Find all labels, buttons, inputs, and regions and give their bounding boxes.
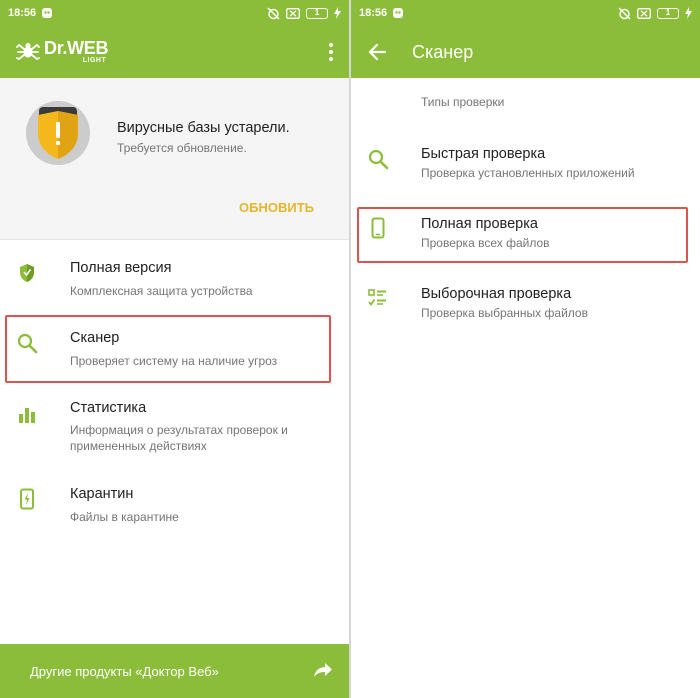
- alert-subtitle: Требуется обновление.: [117, 141, 247, 155]
- scan-type-title: Быстрая проверка: [421, 146, 546, 162]
- section-label: Типы проверки: [421, 95, 505, 109]
- quarantine-icon: [16, 488, 38, 515]
- menu-item-subtitle: Информация о результатах проверок и прим…: [70, 423, 288, 453]
- alarm-off-icon: [618, 7, 631, 20]
- battery-icon: 1: [306, 7, 328, 19]
- menu-item-subtitle: Проверяет систему на наличие угроз: [70, 354, 278, 368]
- root: 18:56 1 Dr.WEB LIGHT Вирусные базы устар…: [0, 0, 700, 698]
- scan-type-subtitle: Проверка выбранных файлов: [421, 306, 588, 320]
- scanner-screen: 18:56 1 Сканер Типы проверки Быстрая про…: [351, 0, 700, 698]
- no-sim-icon: [286, 7, 300, 19]
- update-button[interactable]: ОБНОВИТЬ: [239, 200, 314, 215]
- shield-icon: [16, 262, 38, 289]
- bar-chart-icon: [16, 404, 38, 431]
- menu-item-title: Статистика: [70, 400, 147, 416]
- alarm-off-icon: [267, 7, 280, 20]
- phone-icon: [367, 217, 389, 244]
- app-bar: Dr.WEB LIGHT: [0, 26, 349, 78]
- dot-icon: [329, 57, 333, 61]
- battery-icon: 1: [657, 7, 679, 19]
- main-screen: 18:56 1 Dr.WEB LIGHT Вирусные базы устар…: [0, 0, 349, 698]
- checklist-icon: [367, 287, 389, 314]
- drweb-spider-icon: [16, 43, 40, 61]
- database-alert-card: Вирусные базы устарели. Требуется обновл…: [0, 78, 349, 240]
- menu-item-title: Сканер: [70, 330, 120, 346]
- overflow-menu-button[interactable]: [329, 43, 333, 61]
- menu-item-statistics[interactable]: Статистика Информация о результатах пров…: [0, 394, 349, 464]
- scan-type-subtitle: Проверка всех файлов: [421, 236, 550, 250]
- status-bar: 18:56 1: [0, 0, 349, 26]
- drweb-logo: Dr.WEB LIGHT: [0, 38, 109, 65]
- warning-shield-avatar: [26, 101, 90, 165]
- arrow-left-icon: [368, 43, 386, 61]
- menu-item-subtitle: Файлы в карантине: [70, 510, 179, 524]
- logo-edition: LIGHT: [82, 57, 107, 64]
- alert-title: Вирусные базы устарели.: [117, 120, 290, 136]
- dot-icon: [329, 43, 333, 47]
- status-time: 18:56: [359, 7, 388, 19]
- scan-type-subtitle: Проверка установленных приложений: [421, 166, 635, 180]
- search-icon: [16, 332, 38, 359]
- search-icon: [367, 148, 389, 175]
- menu-item-quarantine[interactable]: Карантин Файлы в карантине: [0, 480, 349, 540]
- share-icon: [313, 660, 333, 683]
- logo-text: Dr.WEB: [44, 38, 109, 58]
- status-time: 18:56: [8, 7, 37, 19]
- page-title: Сканер: [412, 41, 474, 62]
- no-sim-icon: [637, 7, 651, 19]
- footer-label: Другие продукты «Доктор Веб»: [30, 663, 219, 679]
- status-bar: 18:56 1: [351, 0, 700, 26]
- dot-icon: [329, 50, 333, 54]
- menu-item-scanner[interactable]: Сканер Проверяет систему на наличие угро…: [0, 324, 349, 384]
- warning-shield-icon: [38, 107, 78, 159]
- charging-icon: [685, 7, 692, 19]
- scan-type-custom[interactable]: Выборочная проверка Проверка выбранных ф…: [351, 278, 700, 338]
- scan-type-title: Полная проверка: [421, 216, 538, 232]
- menu-item-title: Полная версия: [70, 260, 172, 276]
- menu-item-full-version[interactable]: Полная версия Комплексная защита устройс…: [0, 254, 349, 314]
- charging-icon: [334, 7, 341, 19]
- menu-item-subtitle: Комплексная защита устройства: [70, 284, 253, 298]
- scan-type-quick[interactable]: Быстрая проверка Проверка установленных …: [351, 138, 700, 198]
- app-bar: Сканер: [351, 26, 700, 78]
- menu-item-title: Карантин: [70, 486, 134, 502]
- notification-icon: [392, 7, 404, 19]
- scan-type-full[interactable]: Полная проверка Проверка всех файлов: [351, 208, 700, 268]
- other-products-button[interactable]: Другие продукты «Доктор Веб»: [0, 644, 349, 698]
- notification-icon: [41, 7, 53, 19]
- back-button[interactable]: [368, 43, 386, 61]
- scan-type-title: Выборочная проверка: [421, 286, 572, 302]
